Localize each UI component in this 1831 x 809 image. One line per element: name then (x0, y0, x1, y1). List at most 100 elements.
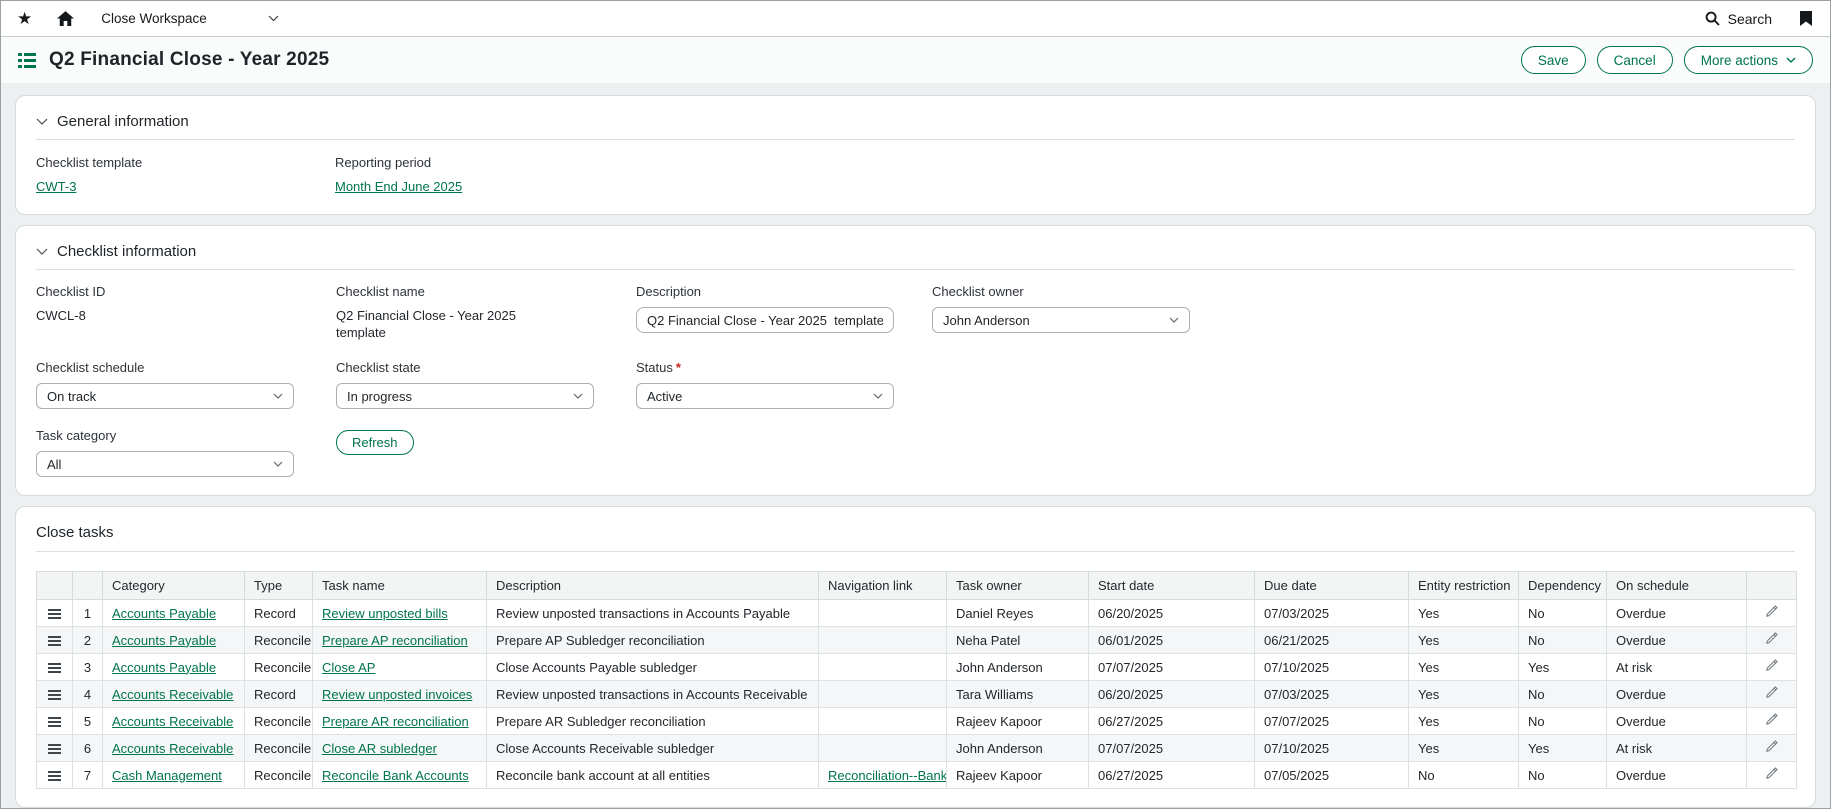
status-select[interactable]: Active (636, 383, 894, 409)
favorites-star-icon[interactable]: ★ (17, 10, 32, 27)
save-button[interactable]: Save (1521, 46, 1586, 74)
cell-start-date: 06/27/2025 (1089, 708, 1255, 735)
cell-due-date: 06/21/2025 (1255, 627, 1409, 654)
column-header-entity-restriction: Entity restriction (1409, 572, 1519, 600)
column-header-on-schedule: On schedule (1607, 572, 1747, 600)
task-name-link[interactable]: Close AP (322, 660, 375, 675)
category-link[interactable]: Accounts Payable (112, 606, 216, 621)
drag-handle-icon[interactable] (48, 690, 61, 700)
column-header-category: Category (103, 572, 245, 600)
cell-category: Accounts Receivable (103, 708, 245, 735)
navigation-link-link[interactable]: Reconciliation--Bank (828, 768, 947, 783)
cell-due-date: 07/03/2025 (1255, 681, 1409, 708)
cell-on-schedule: Overdue (1607, 681, 1747, 708)
drag-handle-icon[interactable] (48, 636, 61, 646)
cell-type: Reconcile (245, 762, 313, 789)
cell-num: 4 (73, 681, 103, 708)
checklist-template-link[interactable]: CWT-3 (36, 179, 76, 194)
cell-category: Accounts Receivable (103, 735, 245, 762)
close-tasks-table: CategoryTypeTask nameDescriptionNavigati… (36, 571, 1797, 789)
workspace-selector[interactable]: Close Workspace (101, 11, 279, 26)
category-link[interactable]: Accounts Receivable (112, 714, 233, 729)
cell-task-name: Close AP (313, 654, 487, 681)
task-name-link[interactable]: Prepare AP reconciliation (322, 633, 468, 648)
checklist-information-fields: Checklist ID CWCL-8 Checklist name Q2 Fi… (36, 284, 1795, 477)
home-icon[interactable] (57, 11, 74, 26)
cell-category: Cash Management (103, 762, 245, 789)
global-search[interactable]: Search (1705, 11, 1772, 27)
cell-on-schedule: Overdue (1607, 627, 1747, 654)
general-information-header[interactable]: General information (36, 108, 1795, 140)
cell-due-date: 07/07/2025 (1255, 708, 1409, 735)
checklist-state-select[interactable]: In progress (336, 383, 594, 409)
search-label: Search (1728, 11, 1772, 27)
close-tasks-title: Close tasks (36, 519, 1795, 552)
cell-description: Close Accounts Payable subledger (487, 654, 819, 681)
cell-task-name: Prepare AP reconciliation (313, 627, 487, 654)
edit-task-button[interactable] (1764, 685, 1779, 700)
checklist-template-field: Checklist template CWT-3 (36, 155, 335, 196)
task-name-link[interactable]: Review unposted bills (322, 606, 448, 621)
checklist-information-header[interactable]: Checklist information (36, 238, 1795, 270)
category-link[interactable]: Accounts Receivable (112, 687, 233, 702)
drag-handle-icon[interactable] (48, 609, 61, 619)
drag-handle-icon[interactable] (48, 663, 61, 673)
header-actions: Save Cancel More actions (1521, 46, 1813, 74)
cell-type: Record (245, 681, 313, 708)
cell-description: Prepare AR Subledger reconciliation (487, 708, 819, 735)
checklist-name-field: Checklist name Q2 Financial Close - Year… (336, 284, 636, 341)
more-actions-button[interactable]: More actions (1684, 46, 1813, 74)
cell-dependency: No (1519, 762, 1607, 789)
column-header-start-date: Start date (1089, 572, 1255, 600)
cell-entity-restriction: Yes (1409, 681, 1519, 708)
drag-handle-icon[interactable] (48, 744, 61, 754)
section-title: General information (57, 113, 189, 130)
cell-task-owner: Rajeev Kapoor (947, 708, 1089, 735)
refresh-button[interactable]: Refresh (336, 430, 414, 455)
edit-task-button[interactable] (1764, 766, 1779, 781)
cancel-button[interactable]: Cancel (1597, 46, 1673, 74)
cell-num: 5 (73, 708, 103, 735)
edit-task-button[interactable] (1764, 658, 1779, 673)
task-name-link[interactable]: Reconcile Bank Accounts (322, 768, 469, 783)
category-link[interactable]: Accounts Payable (112, 660, 216, 675)
description-input[interactable] (636, 307, 894, 333)
cell-task-owner: Rajeev Kapoor (947, 762, 1089, 789)
cell-start-date: 06/20/2025 (1089, 681, 1255, 708)
cell-edit (1747, 735, 1797, 762)
cell-due-date: 07/10/2025 (1255, 735, 1409, 762)
edit-task-button[interactable] (1764, 631, 1779, 646)
edit-task-button[interactable] (1764, 604, 1779, 619)
task-name-link[interactable]: Prepare AR reconciliation (322, 714, 469, 729)
task-category-select[interactable]: All (36, 451, 294, 477)
cell-description: Reconcile bank account at all entities (487, 762, 819, 789)
category-link[interactable]: Accounts Receivable (112, 741, 233, 756)
category-link[interactable]: Accounts Payable (112, 633, 216, 648)
cell-category: Accounts Payable (103, 654, 245, 681)
drag-handle-icon[interactable] (48, 717, 61, 727)
pencil-icon (1764, 766, 1779, 781)
task-name-link[interactable]: Close AR subledger (322, 741, 437, 756)
drag-handle-icon[interactable] (48, 771, 61, 781)
category-link[interactable]: Cash Management (112, 768, 222, 783)
general-information-fields: Checklist template CWT-3 Reporting perio… (36, 155, 1795, 196)
close-tasks-tbody: 1Accounts PayableRecordReview unposted b… (37, 600, 1797, 789)
edit-task-button[interactable] (1764, 739, 1779, 754)
field-label: Checklist name (336, 284, 636, 299)
column-header-dependency: Dependency (1519, 572, 1607, 600)
reporting-period-link[interactable]: Month End June 2025 (335, 179, 462, 194)
cell-category: Accounts Payable (103, 627, 245, 654)
cell-due-date: 07/05/2025 (1255, 762, 1409, 789)
task-row: 2Accounts PayableReconcilePrepare AP rec… (37, 627, 1797, 654)
task-name-link[interactable]: Review unposted invoices (322, 687, 472, 702)
bookmark-icon[interactable] (1800, 11, 1812, 26)
task-row: 5Accounts ReceivableReconcilePrepare AR … (37, 708, 1797, 735)
checklist-schedule-select[interactable]: On track (36, 383, 294, 409)
cell-task-owner: John Anderson (947, 735, 1089, 762)
cell-num: 6 (73, 735, 103, 762)
cell-dependency: Yes (1519, 735, 1607, 762)
checklist-owner-select[interactable]: John Anderson (932, 307, 1190, 333)
cell-task-name: Review unposted invoices (313, 681, 487, 708)
cell-type: Reconcile (245, 735, 313, 762)
edit-task-button[interactable] (1764, 712, 1779, 727)
